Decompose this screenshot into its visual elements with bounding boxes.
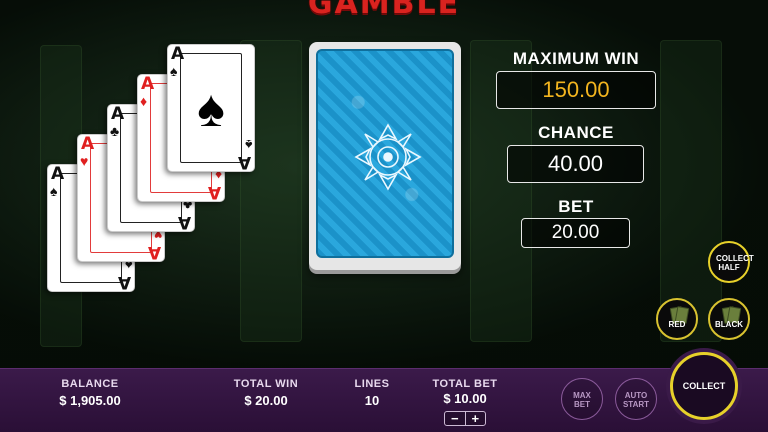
gamble-deck [309, 42, 461, 270]
bet-value: 20.00 [521, 218, 630, 248]
maximum-win-label: MAXIMUM WIN [512, 49, 640, 68]
total-bet-stat: TOTAL BET $ 10.00 [424, 378, 506, 406]
increase-bet-button[interactable]: + [466, 412, 486, 425]
total-win-label: TOTAL WIN [233, 378, 299, 390]
history-card: A ♠ A ♠ ♠ [167, 44, 255, 172]
reel-ghost [660, 40, 722, 342]
lines-label: LINES [354, 378, 390, 390]
decrease-bet-button[interactable]: − [445, 412, 466, 425]
maximum-win-value: 150.00 [496, 71, 656, 109]
chance-label: CHANCE [538, 123, 614, 142]
total-bet-label: TOTAL BET [432, 378, 498, 390]
balance-value: $ 1,905.00 [59, 393, 121, 408]
bet-stepper: − + [444, 411, 486, 426]
black-button[interactable]: BLACK [708, 298, 750, 340]
card-back-ornament-icon [354, 123, 422, 191]
lines-stat: LINES 10 [344, 378, 400, 408]
lines-value: 10 [364, 393, 380, 408]
chance-value: 40.00 [507, 145, 644, 183]
total-bet-value: $ 10.00 [443, 391, 487, 406]
collect-button[interactable]: COLLECT [670, 352, 738, 420]
auto-start-button[interactable]: AUTO START [615, 378, 657, 420]
collect-half-button[interactable]: COLLECT HALF [708, 241, 754, 283]
balance-label: BALANCE [61, 378, 119, 390]
max-bet-button[interactable]: MAX BET [561, 378, 603, 420]
balance-stat: BALANCE $ 1,905.00 [48, 378, 132, 408]
spade-pip-icon: ♠ [197, 80, 225, 138]
red-button[interactable]: RED [656, 298, 698, 340]
total-win-value: $ 20.00 [244, 393, 288, 408]
gamble-title: GAMBLE [307, 0, 461, 21]
bet-label: BET [558, 197, 594, 216]
total-win-stat: TOTAL WIN $ 20.00 [222, 378, 310, 408]
card-back [316, 49, 454, 258]
